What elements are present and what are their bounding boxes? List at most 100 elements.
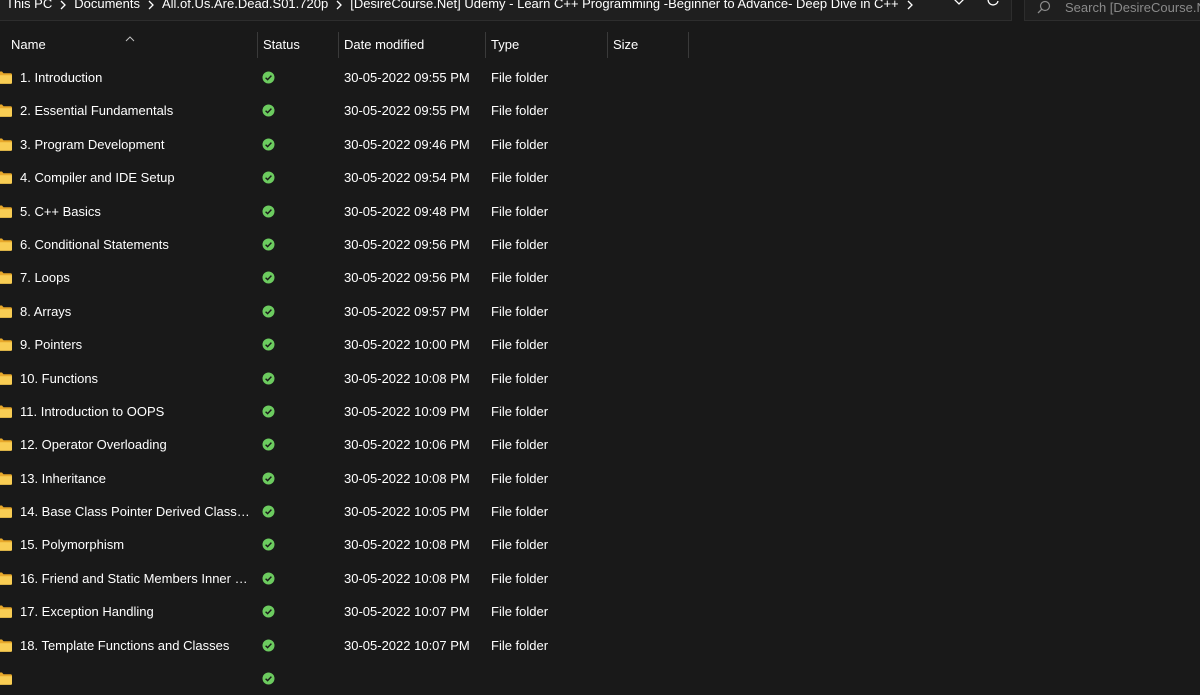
file-type (491, 662, 601, 695)
file-name: 2. Essential Fundamentals (20, 103, 174, 119)
folder-icon (0, 228, 16, 261)
refresh-button[interactable] (978, 0, 1008, 11)
file-name: 17. Exception Handling (20, 604, 154, 620)
file-type: File folder (491, 604, 549, 620)
date-modified: 30-05-2022 10:08 PM (344, 570, 470, 586)
column-divider[interactable] (485, 32, 486, 58)
file-type: File folder (491, 537, 549, 553)
file-name (20, 662, 252, 695)
list-item[interactable]: 4. Compiler and IDE Setup 30-05-2022 09:… (0, 161, 1200, 194)
list-item[interactable]: 2. Essential Fundamentals 30-05-2022 09:… (0, 94, 1200, 127)
chevron-right-icon[interactable] (52, 0, 74, 11)
file-name: 5. C++ Basics (20, 203, 101, 219)
file-type: File folder (491, 170, 549, 186)
folder-icon (0, 495, 16, 528)
list-item[interactable]: 7. Loops 30-05-2022 09:56 PM File folder (0, 261, 1200, 294)
chevron-down-icon (953, 0, 965, 9)
sync-status-icon (262, 295, 276, 328)
date-modified: 30-05-2022 09:57 PM (344, 303, 470, 319)
breadcrumb-item[interactable]: [DesireCourse.Net] Udemy - Learn C++ Pro… (350, 0, 898, 12)
folder-icon (0, 462, 16, 495)
file-name: 8. Arrays (20, 303, 72, 319)
file-size (613, 328, 683, 361)
refresh-icon (986, 0, 1000, 10)
folder-icon (0, 562, 16, 595)
date-modified: 30-05-2022 10:09 PM (344, 403, 470, 419)
file-size (613, 94, 683, 127)
column-header-status[interactable]: Status (263, 30, 337, 60)
column-header-date-modified[interactable]: Date modified (344, 30, 484, 60)
file-size (613, 161, 683, 194)
list-item[interactable]: 1. Introduction 30-05-2022 09:55 PM File… (0, 61, 1200, 94)
date-modified: 30-05-2022 09:55 PM (344, 70, 470, 85)
sync-status-icon (262, 562, 276, 595)
chevron-right-icon[interactable] (899, 0, 921, 11)
search-input[interactable] (1065, 0, 1200, 16)
file-name: 16. Friend and Static Members Inner Cl..… (20, 570, 252, 586)
folder-icon (0, 128, 16, 161)
folder-icon (0, 94, 16, 127)
sync-status-icon (262, 395, 276, 428)
file-name: 18. Template Functions and Classes (20, 637, 230, 653)
sync-status-icon (262, 161, 276, 194)
column-divider[interactable] (688, 32, 689, 58)
search-box[interactable] (1024, 0, 1200, 21)
list-item[interactable]: 11. Introduction to OOPS 30-05-2022 10:0… (0, 395, 1200, 428)
date-modified: 30-05-2022 10:00 PM (344, 337, 470, 353)
file-size (613, 61, 683, 94)
list-item[interactable]: 8. Arrays 30-05-2022 09:57 PM File folde… (0, 295, 1200, 328)
chevron-right-icon[interactable] (328, 0, 350, 11)
sync-status-icon (262, 261, 276, 294)
folder-icon (0, 295, 16, 328)
sync-status-icon (262, 462, 276, 495)
list-item[interactable]: 5. C++ Basics 30-05-2022 09:48 PM File f… (0, 195, 1200, 228)
breadcrumb-item[interactable]: Documents (74, 0, 140, 12)
list-item[interactable]: 16. Friend and Static Members Inner Cl..… (0, 562, 1200, 595)
file-name: 10. Functions (20, 370, 99, 386)
file-size (613, 261, 683, 294)
file-size (613, 362, 683, 395)
list-item[interactable]: 9. Pointers 30-05-2022 10:00 PM File fol… (0, 328, 1200, 361)
list-item[interactable]: 14. Base Class Pointer Derived Class Ob.… (0, 495, 1200, 528)
breadcrumb-item[interactable]: This PC (6, 0, 52, 12)
list-item[interactable]: 10. Functions 30-05-2022 10:08 PM File f… (0, 362, 1200, 395)
column-divider[interactable] (338, 32, 339, 58)
list-item[interactable]: 15. Polymorphism 30-05-2022 10:08 PM Fil… (0, 528, 1200, 561)
column-header-type[interactable]: Type (491, 30, 606, 60)
list-item[interactable]: 18. Template Functions and Classes 30-05… (0, 629, 1200, 662)
sync-status-icon (262, 428, 276, 461)
address-bar[interactable]: This PC Documents All.of.Us.Are.Dead.S01… (0, 0, 1012, 21)
file-size (613, 462, 683, 495)
list-item[interactable]: 3. Program Development 30-05-2022 09:46 … (0, 128, 1200, 161)
date-modified: 30-05-2022 09:56 PM (344, 270, 470, 286)
chevron-right-icon[interactable] (140, 0, 162, 11)
file-name: 1. Introduction (20, 70, 103, 85)
list-item[interactable]: 12. Operator Overloading 30-05-2022 10:0… (0, 428, 1200, 461)
file-size (613, 662, 683, 695)
list-item[interactable]: 6. Conditional Statements 30-05-2022 09:… (0, 228, 1200, 261)
file-type: File folder (491, 136, 549, 152)
search-icon (1037, 0, 1051, 14)
file-list: 1. Introduction 30-05-2022 09:55 PM File… (0, 61, 1200, 695)
list-item[interactable]: 17. Exception Handling 30-05-2022 10:07 … (0, 595, 1200, 628)
file-size (613, 395, 683, 428)
file-size (613, 195, 683, 228)
sync-status-icon (262, 629, 276, 662)
column-header-size[interactable]: Size (613, 30, 688, 60)
breadcrumb-item[interactable]: All.of.Us.Are.Dead.S01.720p (162, 0, 328, 12)
date-modified: 30-05-2022 10:08 PM (344, 470, 470, 486)
column-divider[interactable] (607, 32, 608, 58)
sync-status-icon (262, 195, 276, 228)
folder-icon (0, 362, 16, 395)
file-size (613, 528, 683, 561)
file-size (613, 428, 683, 461)
folder-icon (0, 261, 16, 294)
column-divider[interactable] (257, 32, 258, 58)
column-header-name[interactable]: Name (11, 30, 256, 60)
address-history-button[interactable] (944, 0, 974, 11)
date-modified: 30-05-2022 09:46 PM (344, 136, 470, 152)
folder-icon (0, 528, 16, 561)
list-item[interactable] (0, 662, 1200, 695)
file-size (613, 128, 683, 161)
list-item[interactable]: 13. Inheritance 30-05-2022 10:08 PM File… (0, 462, 1200, 495)
